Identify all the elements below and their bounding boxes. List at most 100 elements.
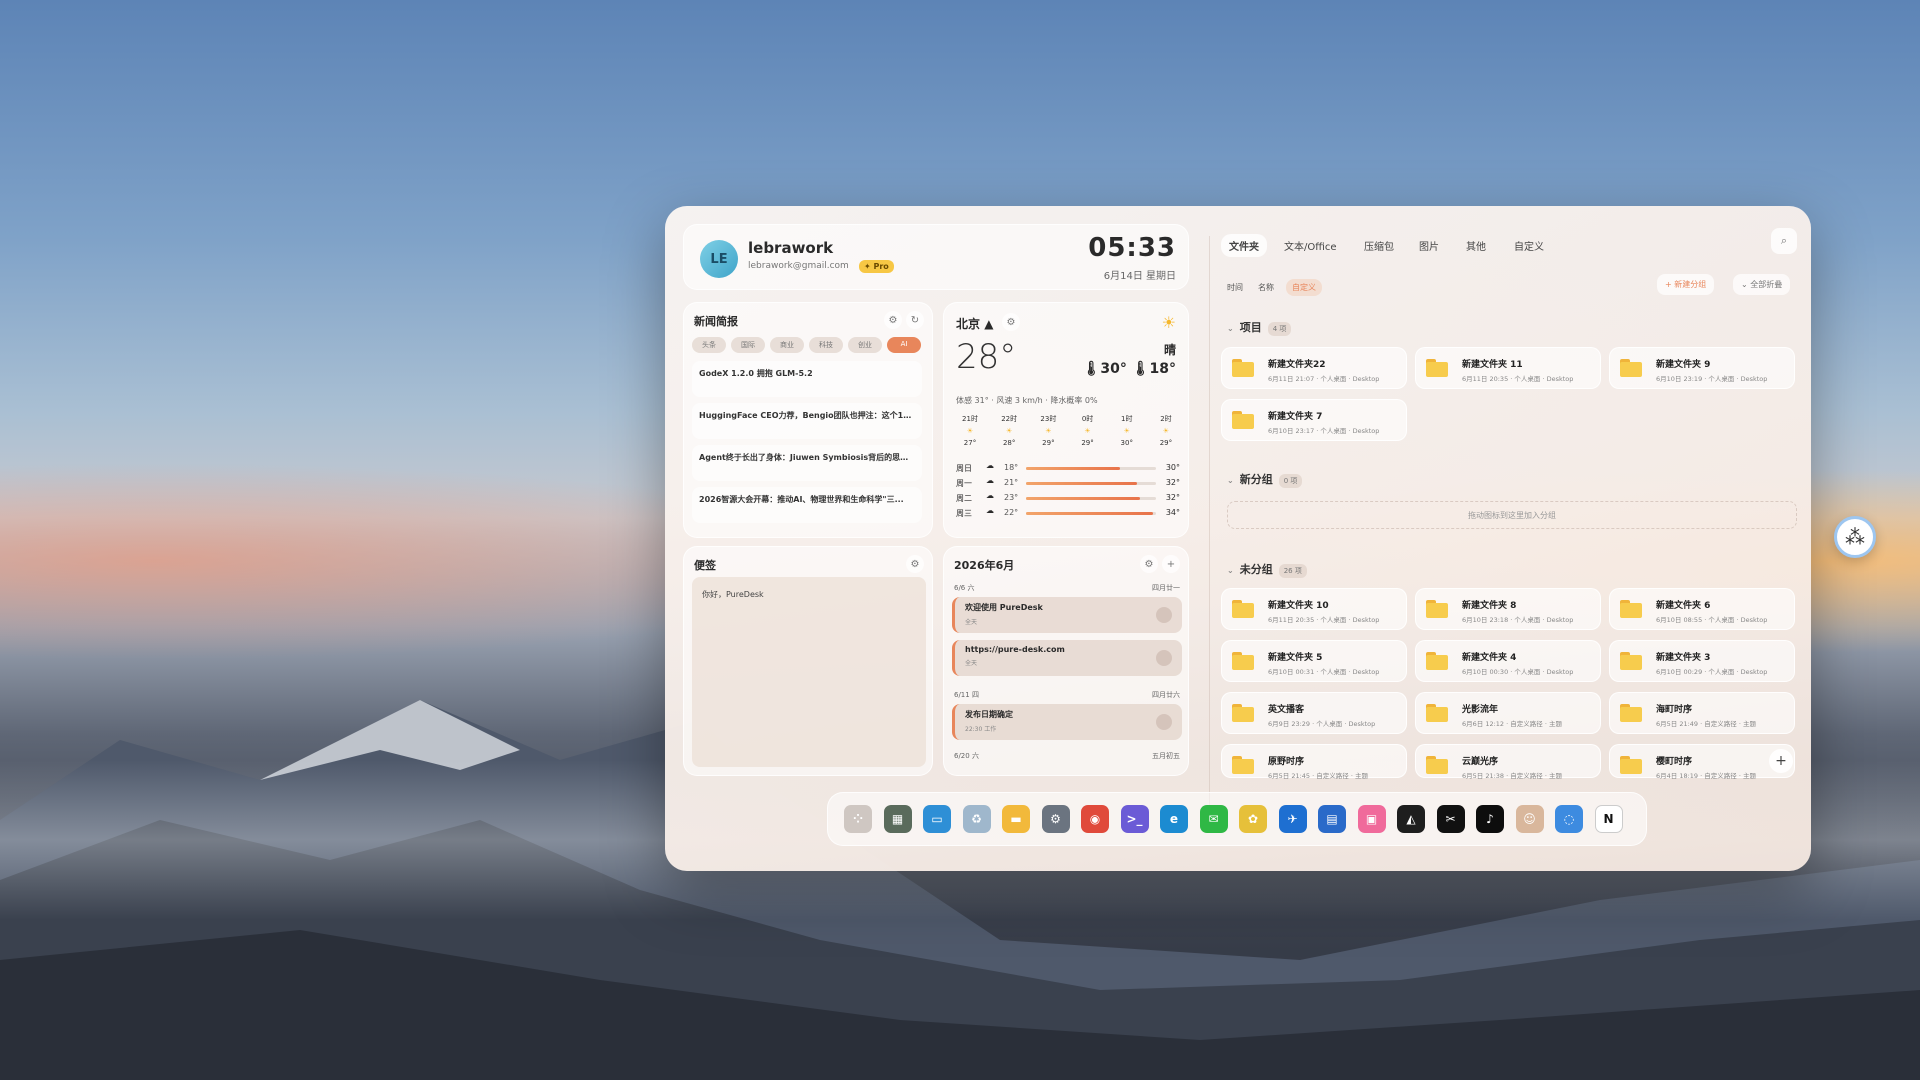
launcher-icon[interactable]: ⁘	[844, 805, 872, 833]
desktop-icon[interactable]: ▭	[923, 805, 951, 833]
news-item[interactable]: GodeX 1.2.0 拥抱 GLM-5.2	[692, 361, 922, 397]
file-explorer-icon[interactable]: ▬	[1002, 805, 1030, 833]
new-group-button[interactable]: + 新建分组	[1657, 274, 1715, 295]
folder-item[interactable]: 新建文件夹 3 6月10日 00:29 · 个人桌面 · Desktop	[1609, 640, 1795, 682]
news-tab[interactable]: 商业	[770, 337, 804, 353]
avatar-app-icon[interactable]: ☺	[1515, 805, 1544, 833]
folder-item[interactable]: 云巅光序 6月5日 21:38 · 自定义路径 · 主题	[1415, 744, 1601, 780]
hour-temp: 28°	[1002, 439, 1016, 447]
group-header[interactable]: ⌄ 新分组 0 项	[1227, 471, 1303, 488]
folder-item[interactable]: 英文播客 6月9日 23:29 · 个人桌面 · Desktop	[1221, 692, 1407, 734]
tab-folders[interactable]: 文件夹	[1221, 234, 1267, 257]
search-icon[interactable]: ⌕	[1771, 228, 1797, 254]
news-tab-active[interactable]: AI	[887, 337, 921, 353]
capcut-icon[interactable]: ✂	[1436, 805, 1465, 833]
hour-time: 21时	[962, 415, 978, 423]
store-icon[interactable]: ▤	[1318, 805, 1346, 833]
hour-item: 2时 ☀ 29°	[1152, 413, 1180, 449]
edge-icon[interactable]: e	[1160, 805, 1188, 833]
assistant-float-button[interactable]: ⁂	[1834, 516, 1876, 558]
sort-custom[interactable]: 自定义	[1286, 279, 1322, 296]
avatar[interactable]: LE	[700, 240, 738, 278]
collapse-all-button[interactable]: ⌄ 全部折叠	[1733, 274, 1791, 295]
terminal-icon[interactable]: >_	[1120, 805, 1149, 833]
news-settings-icon[interactable]: ⚙	[884, 311, 902, 329]
folder-meta: 6月10日 00:30 · 个人桌面 · Desktop	[1462, 668, 1574, 676]
add-event-icon[interactable]: +	[1162, 555, 1180, 573]
tab-images[interactable]: 图片	[1411, 234, 1447, 257]
folder-item[interactable]: 原野时序 6月5日 21:45 · 自定义路径 · 主题	[1221, 744, 1407, 780]
folder-item[interactable]: 海町时序 6月5日 21:49 · 自定义路径 · 主题	[1609, 692, 1795, 734]
folder-item[interactable]: 新建文件夹22 6月11日 21:07 · 个人桌面 · Desktop	[1221, 347, 1407, 389]
news-item[interactable]: Agent终于长出了身体：Jiuwen Symbiosis背后的思考...	[692, 445, 922, 481]
news-item[interactable]: 2026智源大会开幕：推动AI、物理世界和生命科学"三...	[692, 487, 922, 523]
news-tab[interactable]: 创业	[848, 337, 882, 353]
folder-item[interactable]: 新建文件夹 4 6月10日 00:30 · 个人桌面 · Desktop	[1415, 640, 1601, 682]
folder-item[interactable]: 光影流年 6月6日 12:12 · 自定义路径 · 主题	[1415, 692, 1601, 734]
wechat-icon[interactable]: ✉	[1199, 805, 1228, 833]
tab-documents[interactable]: 文本/Office	[1276, 234, 1345, 257]
dock: ⁘ ▦ ▭ ♻ ▬ ⚙ ◉ >_ e ✉ ✿ ✈ ▤ ▣ ◭ ✂ ♪ ☺ ◌ N	[827, 792, 1647, 846]
notes-settings-icon[interactable]: ⚙	[906, 555, 924, 573]
folder-name: 新建文件夹 9	[1656, 360, 1711, 370]
folder-item[interactable]: 新建文件夹 5 6月10日 00:31 · 个人桌面 · Desktop	[1221, 640, 1407, 682]
notion-icon[interactable]: N	[1594, 805, 1623, 833]
recycle-bin-icon[interactable]: ♻	[962, 805, 991, 833]
group-header[interactable]: ⌄ 未分组 26 项	[1227, 561, 1307, 578]
widgets-icon[interactable]: ▦	[883, 805, 912, 833]
calendar-event[interactable]: 发布日期确定 22:30 工作	[952, 704, 1182, 740]
folder-item[interactable]: 樱町时序 6月4日 18:19 · 自定义路径 · 主题	[1609, 744, 1795, 780]
bilibili-icon[interactable]: ▣	[1357, 805, 1386, 833]
tab-custom[interactable]: 自定义	[1506, 234, 1552, 257]
photos-icon[interactable]: ✿	[1239, 805, 1267, 833]
calendar-event[interactable]: https://pure-desk.com 全天	[952, 640, 1182, 676]
group-dropzone[interactable]: 拖动图标到这里加入分组	[1227, 501, 1797, 529]
weather-settings-icon[interactable]: ⚙	[1002, 313, 1020, 331]
chrome-icon[interactable]: ◉	[1081, 805, 1109, 833]
hour-temp: 27°	[963, 439, 977, 447]
tiktok-icon[interactable]: ♪	[1476, 805, 1504, 833]
folder-item[interactable]: 新建文件夹 10 6月11日 20:35 · 个人桌面 · Desktop	[1221, 588, 1407, 630]
event-check-icon[interactable]	[1156, 714, 1172, 730]
mail-icon[interactable]: ✈	[1278, 805, 1307, 833]
tab-others[interactable]: 其他	[1458, 234, 1494, 257]
cloud-icon: ☁	[986, 491, 994, 500]
notion-dark-icon[interactable]: ◭	[1397, 805, 1425, 833]
add-icon[interactable]: +	[1769, 749, 1793, 773]
news-item[interactable]: HuggingFace CEO力荐，Bengio团队也押注：这个1500...	[692, 403, 922, 439]
temp-bar	[1026, 512, 1156, 515]
folder-name: 新建文件夹 5	[1268, 653, 1323, 663]
folder-meta: 6月11日 20:35 · 个人桌面 · Desktop	[1268, 616, 1380, 624]
user-email: lebrawork@gmail.com	[748, 261, 849, 271]
note-content[interactable]: 你好，PureDesk	[692, 577, 926, 767]
news-refresh-icon[interactable]: ↻	[906, 311, 924, 329]
high-temp: 🌡30°	[1082, 361, 1127, 377]
calendar-day-header: 6/6 六 四月廿一	[954, 583, 1180, 593]
news-tab[interactable]: 科技	[809, 337, 843, 353]
folder-meta: 6月4日 18:19 · 自定义路径 · 主题	[1656, 772, 1756, 780]
folder-item[interactable]: 新建文件夹 6 6月10日 08:55 · 个人桌面 · Desktop	[1609, 588, 1795, 630]
event-title: https://pure-desk.com	[965, 645, 1065, 654]
tab-archives[interactable]: 压缩包	[1356, 234, 1402, 257]
sort-name[interactable]: 名称	[1252, 279, 1280, 296]
news-tab[interactable]: 头条	[692, 337, 726, 353]
folder-item[interactable]: 新建文件夹 7 6月10日 23:17 · 个人桌面 · Desktop	[1221, 399, 1407, 441]
folder-item[interactable]: 新建文件夹 11 6月11日 20:35 · 个人桌面 · Desktop	[1415, 347, 1601, 389]
calendar-event[interactable]: 欢迎使用 PureDesk 全天	[952, 597, 1182, 633]
calendar-settings-icon[interactable]: ⚙	[1140, 555, 1158, 573]
folder-item[interactable]: 新建文件夹 9 6月10日 23:19 · 个人桌面 · Desktop	[1609, 347, 1795, 389]
weather-city[interactable]: 北京 ▲	[956, 315, 993, 332]
group-header[interactable]: ⌄ 项目 4 项	[1227, 319, 1292, 336]
cloud-icon: ☁	[986, 461, 994, 470]
news-tab[interactable]: 国际	[731, 337, 765, 353]
sort-time[interactable]: 时间	[1221, 279, 1249, 296]
folder-icon	[1426, 359, 1448, 377]
group-count: 0 项	[1278, 474, 1303, 488]
chat-icon[interactable]: ◌	[1555, 805, 1583, 833]
day-date: 6/11 四	[954, 691, 979, 699]
event-check-icon[interactable]	[1156, 607, 1172, 623]
folder-item[interactable]: 新建文件夹 8 6月10日 23:18 · 个人桌面 · Desktop	[1415, 588, 1601, 630]
event-check-icon[interactable]	[1156, 650, 1172, 666]
settings-icon[interactable]: ⚙	[1041, 805, 1070, 833]
day-low: 23°	[1004, 493, 1019, 502]
